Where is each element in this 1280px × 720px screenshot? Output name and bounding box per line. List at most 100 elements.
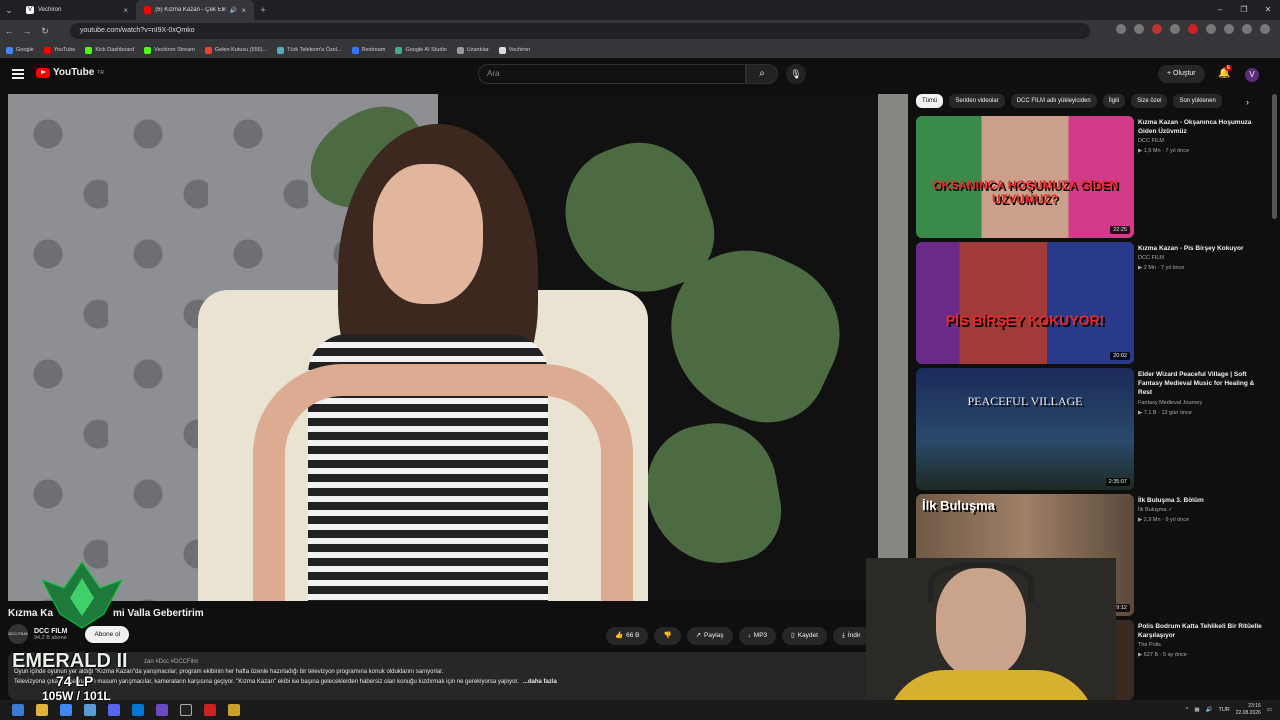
reload-icon[interactable]: ↻ [36,26,54,37]
extension-icon[interactable] [1170,24,1180,34]
search-input[interactable]: Ara [478,64,746,84]
recommendation-item[interactable]: PEACEFUL VILLAGE 2:35:07 Elder Wizard Pe… [916,368,1266,490]
chevron-up-icon[interactable]: ^ [1186,707,1189,713]
video-thumbnail[interactable]: PİS BİRŞEY KOKUYOR! 20:02 [916,242,1134,364]
rec-channel[interactable]: Fantasy Medieval Journey [1138,400,1202,406]
extension-icon[interactable] [1188,24,1198,34]
input-language[interactable]: TUR [1218,707,1229,713]
video-thumbnail[interactable]: OKSANINCA HOŞUMUZA GİDEN UZVUMUZ? 22:25 [916,116,1134,238]
share-button[interactable]: ↗ Paylaş [686,627,733,645]
search-icon[interactable]: ⌕ [746,64,778,84]
bell-icon[interactable]: 🔔 6 [1218,65,1232,79]
channel-avatar[interactable]: DCC FILM [8,624,28,644]
rec-channel[interactable]: DCC FILM [1138,255,1164,261]
bookmark-item[interactable]: Restream [351,46,385,54]
bookmark-item[interactable]: Vechiron [498,46,530,54]
tab-youtube[interactable]: (6) Kızma Kazan - Çek Elini 🔊 × [136,0,254,20]
extension-icon[interactable] [1152,24,1162,34]
video-thumbnail[interactable]: PEACEFUL VILLAGE 2:35:07 [916,368,1134,490]
dislike-button[interactable]: 👎 [654,627,681,645]
kick-icon [144,46,152,54]
rec-title[interactable]: İlk Buluşma 3. Bölüm [1138,496,1266,505]
avatar[interactable]: V [1245,68,1259,82]
league-icon[interactable] [228,704,240,716]
chip-related[interactable]: İlgili [1102,94,1126,108]
bookmark-item[interactable]: Google AI Studio [395,46,447,54]
puzzle-icon[interactable] [1206,24,1216,34]
back-icon[interactable]: ← [0,26,18,36]
bookmark-item[interactable]: Vechiron Stream [144,46,195,54]
maximize-icon[interactable]: ❐ [1232,0,1256,20]
bookmark-item[interactable]: Kick Dashboard [85,46,134,54]
bookmark-label: Google AI Studio [405,47,447,53]
app-icon[interactable] [84,704,96,716]
tab-search-icon[interactable]: ⌄ [0,5,18,16]
star-icon[interactable] [1134,24,1144,34]
rec-title[interactable]: Polis Bodrum Katta Tehlikeli Bir Ritüell… [1138,622,1266,640]
download-button[interactable]: ⤓ İndir [832,627,870,645]
volume-icon[interactable]: 🔊 [1206,707,1213,713]
url-input[interactable]: youtube.com/watch?v=nI9X-0xQmko [70,23,1090,39]
windows-start-icon[interactable] [12,704,24,716]
rec-title[interactable]: Kızma Kazan - Okşanınca Hoşumuza Giden Ü… [1138,118,1266,136]
rec-channel[interactable]: İlk Buluşma ✓ [1138,507,1173,513]
discord-icon[interactable] [108,704,120,716]
chip-series[interactable]: Seriden videolar [949,94,1005,108]
subscribe-button[interactable]: Abone ol [85,625,130,643]
mp3-button[interactable]: ↓ MP3 [738,627,777,645]
thumbnail-text: OKSANINCA HOŞUMUZA GİDEN UZVUMUZ? [932,178,1118,206]
bookmark-item[interactable]: Gelen Kutusu (555)... [204,46,267,54]
clock[interactable]: 23:16 22.08.2026 [1236,703,1261,717]
minimize-icon[interactable]: – [1208,0,1232,20]
notification-icon[interactable]: ▭ [1267,707,1272,713]
close-window-icon[interactable]: ✕ [1256,0,1280,20]
menu-icon[interactable] [1260,24,1270,34]
chip-recent[interactable]: Son yüklenen [1173,94,1222,108]
show-more-link[interactable]: ...daha fazla [523,677,557,687]
rec-title[interactable]: Kızma Kazan - Pis Birşey Kokuyor [1138,244,1266,253]
obs-icon[interactable] [180,704,192,716]
profile-icon[interactable] [1242,24,1252,34]
file-explorer-icon[interactable] [36,704,48,716]
description-box[interactable]: zan #Dcc #DCCFilm Oyun içinde oyunun yer… [8,652,908,700]
microphone-icon[interactable]: 🎙 [786,64,806,84]
video-player[interactable] [8,94,908,601]
bookmark-item[interactable]: Türk Telekom'a Özel... [277,46,342,54]
menu-icon[interactable] [12,69,24,79]
tab-vechiron[interactable]: V Vechiron × [18,0,136,20]
chrome-icon[interactable] [60,704,72,716]
new-tab-icon[interactable]: + [254,5,272,15]
bookmark-item[interactable]: YouTube [43,46,76,54]
network-icon[interactable]: ▦ [1194,707,1199,713]
rec-title[interactable]: Elder Wizard Peaceful Village | Soft Fan… [1138,370,1266,397]
restream-icon [351,46,359,54]
app-icon[interactable] [156,704,168,716]
chip-for-you[interactable]: Size özel [1131,94,1168,108]
bookmark-item[interactable]: Google [6,46,34,54]
bookmark-label: YouTube [53,47,76,53]
forward-icon[interactable]: → [18,26,36,36]
rec-channel[interactable]: The Polis [1138,642,1161,648]
youtube-logo[interactable]: YouTube TR [36,67,104,78]
bookmark-item[interactable]: Uzantılar [456,46,489,54]
speaker-icon[interactable]: 🔊 [230,7,237,14]
like-button[interactable]: 👍 66 B [606,627,649,645]
download-icon[interactable] [1224,24,1234,34]
vscode-icon[interactable] [132,704,144,716]
chip-uploader[interactable]: DCC FILM adlı yükleyiciden [1010,94,1097,108]
channel-name[interactable]: DCC FILM [34,628,67,635]
chevron-right-icon[interactable]: › [1246,97,1249,107]
create-button[interactable]: + Oluştur [1158,65,1205,83]
install-icon[interactable] [1116,24,1126,34]
close-icon[interactable]: × [123,6,128,15]
bookmarks-bar: Google YouTube Kick Dashboard Vechiron S… [0,42,1280,58]
chip-all[interactable]: Tümü [916,94,944,108]
recommendation-item[interactable]: OKSANINCA HOŞUMUZA GİDEN UZVUMUZ? 22:25 … [916,116,1266,238]
save-button[interactable]: ▯ Kaydet [782,627,827,645]
recommendation-item[interactable]: PİS BİRŞEY KOKUYOR! 20:02 Kızma Kazan - … [916,242,1266,364]
rec-channel[interactable]: DCC FILM [1138,138,1164,144]
close-icon[interactable]: × [241,6,246,15]
app-icon[interactable] [204,704,216,716]
browser-tab-strip: ⌄ V Vechiron × (6) Kızma Kazan - Çek Eli… [0,0,1280,20]
scrollbar[interactable] [1272,94,1277,219]
